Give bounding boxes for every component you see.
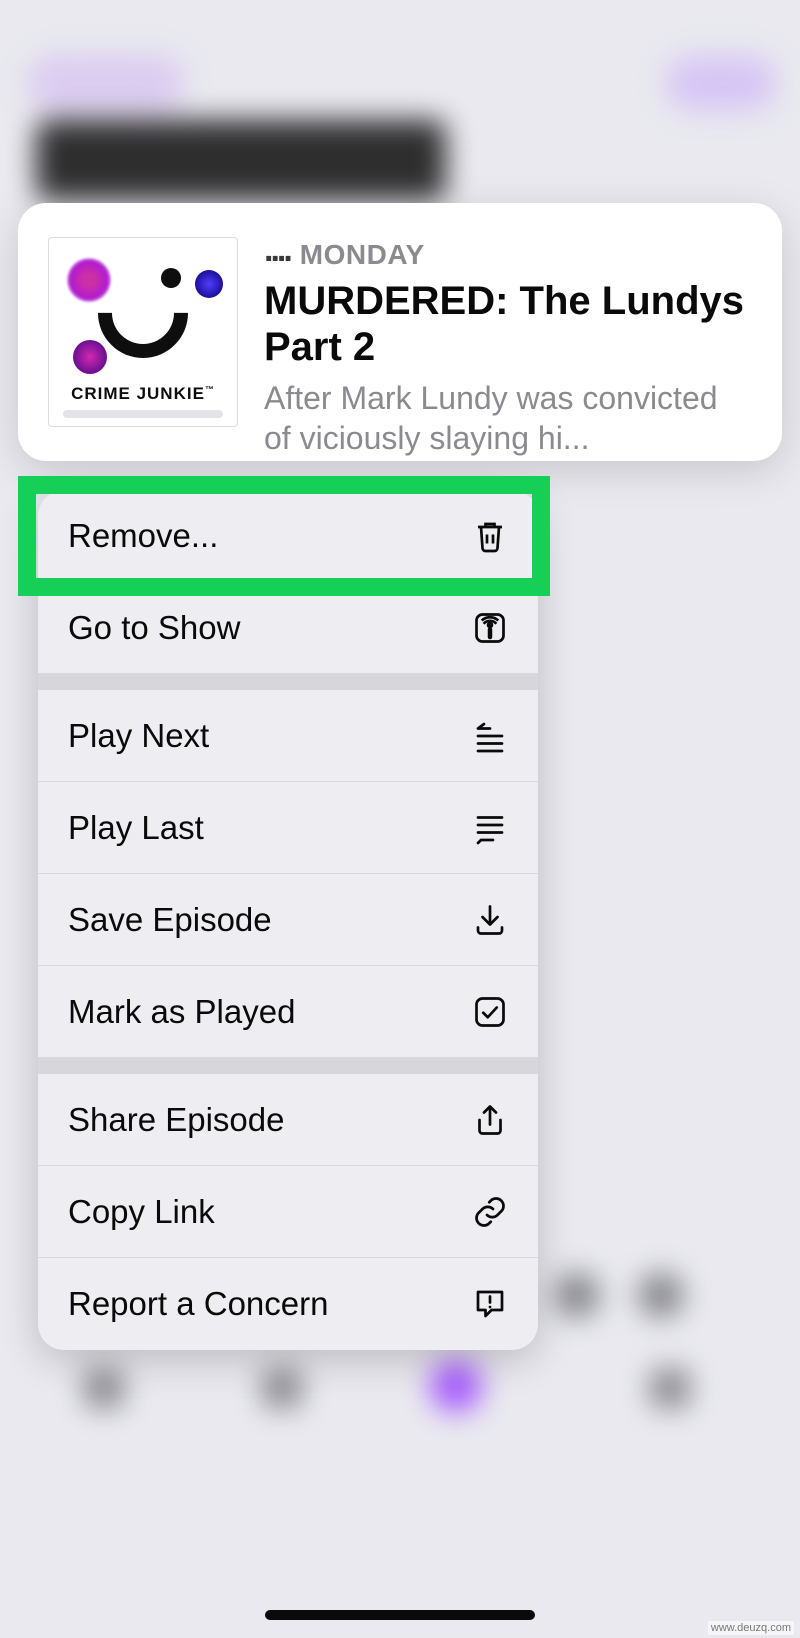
podcast-artwork: CRIME JUNKIE™ bbox=[48, 237, 238, 427]
menu-separator bbox=[38, 1058, 538, 1074]
trash-icon bbox=[472, 518, 508, 554]
menu-label: Share Episode bbox=[68, 1101, 284, 1139]
menu-label: Play Last bbox=[68, 809, 204, 847]
menu-item-play-next[interactable]: Play Next bbox=[38, 690, 538, 782]
menu-item-share-episode[interactable]: Share Episode bbox=[38, 1074, 538, 1166]
tab-icon-blurred bbox=[650, 1368, 690, 1408]
menu-item-remove[interactable]: Remove... bbox=[38, 490, 538, 582]
share-icon bbox=[472, 1102, 508, 1138]
download-progress-bar bbox=[63, 410, 223, 418]
tab-icon-blurred bbox=[262, 1368, 302, 1408]
download-icon bbox=[472, 902, 508, 938]
report-icon bbox=[472, 1286, 508, 1322]
menu-label: Copy Link bbox=[68, 1193, 215, 1231]
edit-button-blurred bbox=[666, 56, 776, 110]
podcasts-icon bbox=[472, 610, 508, 646]
link-icon bbox=[472, 1194, 508, 1230]
episode-title: MURDERED: The Lundys Part 2 bbox=[264, 278, 752, 370]
context-menu: Remove... Go to Show Play Next Play Last… bbox=[38, 490, 538, 1350]
episode-date: MONDAY bbox=[300, 239, 425, 270]
tab-icon-blurred bbox=[84, 1368, 124, 1408]
menu-item-save-episode[interactable]: Save Episode bbox=[38, 874, 538, 966]
watermark-text: www.deuzq.com bbox=[708, 1621, 794, 1635]
artwork-brand-text: CRIME JUNKIE™ bbox=[71, 384, 215, 404]
menu-item-copy-link[interactable]: Copy Link bbox=[38, 1166, 538, 1258]
menu-label: Report a Concern bbox=[68, 1285, 328, 1323]
menu-label: Mark as Played bbox=[68, 993, 295, 1031]
tab-icon-active-blurred bbox=[430, 1360, 482, 1412]
bg-dot bbox=[554, 1272, 600, 1318]
menu-separator bbox=[38, 674, 538, 690]
play-last-icon bbox=[472, 810, 508, 846]
episode-description: After Mark Lundy was convicted of viciou… bbox=[264, 378, 752, 458]
menu-item-go-to-show[interactable]: Go to Show bbox=[38, 582, 538, 674]
menu-label: Save Episode bbox=[68, 901, 272, 939]
page-title-blurred bbox=[36, 120, 446, 200]
menu-item-play-last[interactable]: Play Last bbox=[38, 782, 538, 874]
checkbox-icon bbox=[472, 994, 508, 1030]
menu-label: Remove... bbox=[68, 517, 218, 555]
menu-label: Go to Show bbox=[68, 609, 240, 647]
home-indicator[interactable] bbox=[265, 1610, 535, 1620]
menu-item-mark-as-played[interactable]: Mark as Played bbox=[38, 966, 538, 1058]
episode-preview-card[interactable]: CRIME JUNKIE™ ....MONDAY MURDERED: The L… bbox=[18, 203, 782, 461]
play-next-icon bbox=[472, 718, 508, 754]
back-button-blurred bbox=[28, 56, 184, 110]
bg-dot bbox=[638, 1272, 684, 1318]
menu-label: Play Next bbox=[68, 717, 209, 755]
episode-text-block: ....MONDAY MURDERED: The Lundys Part 2 A… bbox=[264, 237, 752, 427]
menu-item-report-concern[interactable]: Report a Concern bbox=[38, 1258, 538, 1350]
playing-indicator-icon: .... bbox=[264, 231, 290, 269]
